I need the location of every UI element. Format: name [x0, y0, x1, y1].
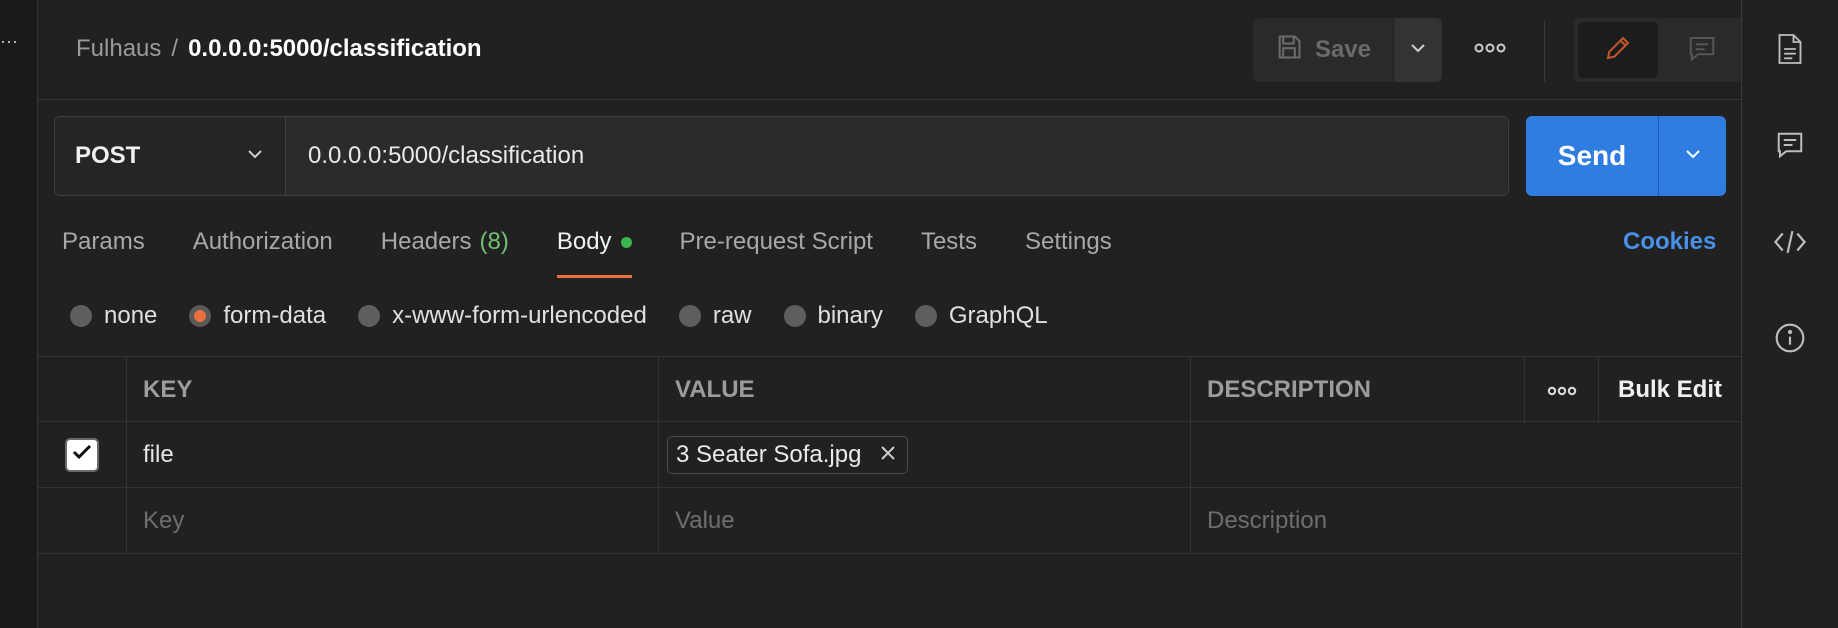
chevron-down-icon — [1683, 144, 1703, 169]
body-type-raw[interactable]: raw — [678, 302, 752, 330]
checkmark-icon — [70, 440, 94, 471]
send-options-button[interactable] — [1659, 116, 1726, 196]
left-sidebar-strip: ⋯ — [0, 0, 38, 628]
radio-icon — [358, 305, 381, 327]
header-description: DESCRIPTION — [1191, 357, 1525, 423]
radio-icon — [783, 305, 806, 327]
more-options-icon[interactable]: ⋯ — [0, 32, 18, 53]
body-type-none[interactable]: none — [70, 302, 157, 330]
pencil-icon — [1603, 33, 1633, 68]
tab-body[interactable]: Body — [556, 228, 632, 278]
table-row-new: Key Value Description — [38, 488, 1741, 554]
save-options-button[interactable] — [1394, 18, 1442, 82]
body-type-graphql[interactable]: GraphQL — [914, 302, 1048, 330]
radio-selected-icon — [189, 305, 212, 327]
radio-icon — [914, 305, 937, 327]
radio-label: x-www-form-urlencoded — [392, 302, 647, 329]
tab-label: Settings — [1024, 228, 1112, 255]
file-name: 3 Seater Sofa.jpg — [676, 441, 862, 468]
more-horizontal-icon — [1547, 376, 1577, 404]
send-button-group: Send — [1526, 116, 1726, 196]
remove-file-icon[interactable] — [879, 441, 897, 469]
method-label: POST — [75, 142, 141, 169]
header-value: VALUE — [659, 357, 1191, 423]
code-icon[interactable] — [1771, 223, 1809, 261]
view-mode-toggle — [1574, 18, 1748, 82]
chevron-down-icon — [245, 144, 265, 169]
save-label: Save — [1314, 36, 1372, 63]
more-horizontal-icon — [1474, 41, 1506, 59]
toolbar-divider — [1544, 20, 1545, 82]
save-icon — [1275, 33, 1303, 68]
row-enable-cell — [38, 422, 127, 488]
chevron-down-icon — [1408, 38, 1428, 63]
tab-settings[interactable]: Settings — [1025, 228, 1112, 278]
header-checkbox-column — [38, 357, 127, 423]
tab-label: Tests — [920, 228, 977, 255]
tab-params[interactable]: Params — [62, 228, 145, 278]
cookies-link[interactable]: Cookies — [1623, 228, 1716, 256]
radio-label: none — [104, 302, 158, 329]
column-options-button[interactable] — [1525, 357, 1599, 423]
radio-label: form-data — [223, 302, 327, 329]
edit-mode-button[interactable] — [1578, 22, 1658, 78]
request-tabs: Params Authorization Headers (8) Body Pre… — [62, 228, 1160, 278]
tab-label: Pre-request Script — [679, 228, 873, 255]
radio-icon — [678, 305, 701, 327]
header-key: KEY — [127, 357, 659, 423]
url-input[interactable]: 0.0.0.0:5000/classification — [286, 117, 1508, 195]
tab-tests[interactable]: Tests — [921, 228, 977, 278]
tab-label: Body — [556, 228, 612, 255]
tab-label: Headers — [380, 228, 472, 255]
body-type-selector: none form-data x-www-form-urlencoded raw… — [70, 300, 1080, 332]
radio-label: raw — [712, 302, 752, 329]
send-button[interactable]: Send — [1526, 116, 1659, 196]
url-bar: POST 0.0.0.0:5000/classification — [54, 116, 1509, 196]
body-type-urlencoded[interactable]: x-www-form-urlencoded — [358, 302, 647, 330]
row-enable-cell — [38, 488, 127, 554]
bulk-edit-button[interactable]: Bulk Edit — [1599, 357, 1741, 423]
request-editor: Fulhaus / 0.0.0.0:5000/classification Sa… — [38, 0, 1748, 628]
request-header-bar: Fulhaus / 0.0.0.0:5000/classification Sa… — [38, 0, 1748, 100]
documentation-icon[interactable] — [1771, 30, 1809, 68]
radio-icon — [70, 305, 92, 327]
right-sidebar — [1741, 0, 1838, 628]
tab-authorization[interactable]: Authorization — [193, 228, 333, 278]
info-icon[interactable] — [1771, 319, 1809, 357]
breadcrumb-separator: / — [171, 35, 179, 62]
tab-pre-request-script[interactable]: Pre-request Script — [680, 228, 873, 278]
breadcrumb-collection[interactable]: Fulhaus — [76, 35, 161, 63]
description-input[interactable]: Description — [1191, 488, 1741, 554]
value-field[interactable]: 3 Seater Sofa.jpg — [659, 422, 1191, 488]
body-status-dot — [620, 237, 632, 248]
table-row: file 3 Seater Sofa.jpg — [38, 422, 1741, 488]
tab-label: Authorization — [192, 228, 333, 255]
comment-mode-button[interactable] — [1662, 22, 1742, 78]
headers-count-badge: (8) — [479, 228, 509, 255]
more-actions-button[interactable] — [1470, 35, 1510, 65]
key-field[interactable]: file — [127, 422, 659, 488]
breadcrumb-request-name[interactable]: 0.0.0.0:5000/classification — [188, 35, 482, 63]
comments-icon[interactable] — [1771, 126, 1809, 164]
file-chip: 3 Seater Sofa.jpg — [667, 436, 909, 474]
body-type-binary[interactable]: binary — [783, 302, 883, 330]
method-select[interactable]: POST — [55, 117, 286, 195]
row-enable-checkbox[interactable] — [65, 438, 99, 472]
description-field[interactable] — [1191, 422, 1741, 488]
radio-label: GraphQL — [948, 302, 1048, 329]
radio-label: binary — [817, 302, 883, 329]
key-input[interactable]: Key — [127, 488, 659, 554]
body-type-form-data[interactable]: form-data — [189, 302, 326, 330]
tab-headers[interactable]: Headers (8) — [381, 228, 509, 278]
table-header-row: KEY VALUE DESCRIPTION Bulk Edit — [38, 356, 1741, 423]
save-button-group: Save — [1253, 18, 1442, 82]
form-data-table: KEY VALUE DESCRIPTION Bulk Edit file 3 S… — [38, 356, 1741, 554]
tab-label: Params — [62, 228, 145, 255]
breadcrumb: Fulhaus / 0.0.0.0:5000/classification — [76, 35, 482, 63]
value-input[interactable]: Value — [659, 488, 1191, 554]
comment-icon — [1687, 33, 1717, 68]
save-button[interactable]: Save — [1253, 18, 1393, 82]
